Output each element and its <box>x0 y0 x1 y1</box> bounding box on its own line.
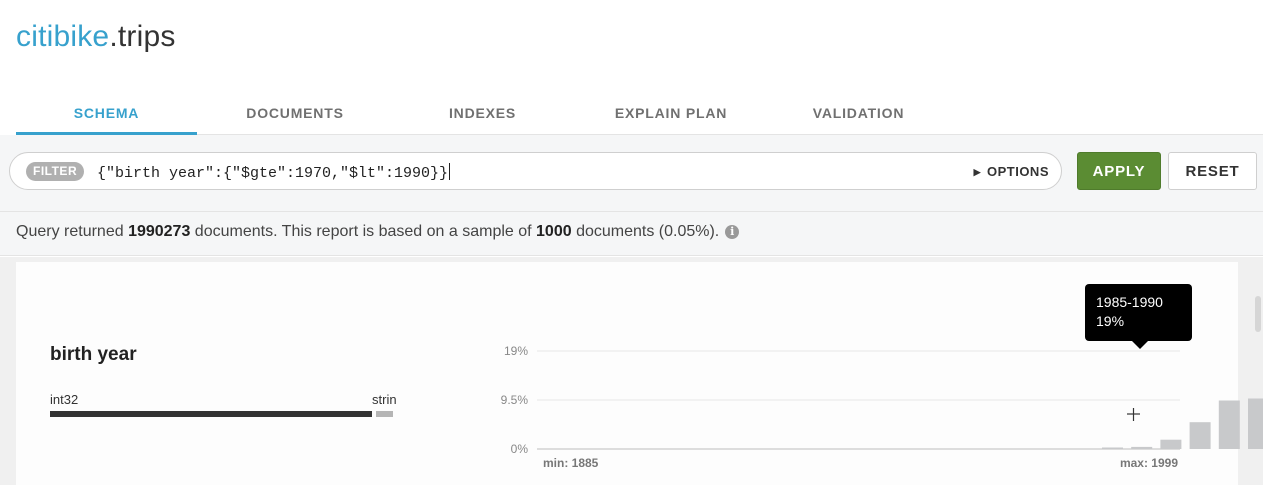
histogram-bar[interactable] <box>1131 446 1153 449</box>
y-tick-label: 9.5% <box>501 393 529 407</box>
tooltip-range: 1985-1990 <box>1096 294 1163 310</box>
birth-year-histogram: 19% 9.5% 0% min: 1885 max: 1999 <box>501 344 1263 470</box>
min-label: min: 1885 <box>543 456 599 470</box>
y-tick-label: 0% <box>511 442 529 456</box>
y-tick-label: 19% <box>504 344 528 358</box>
scrollbar[interactable] <box>1255 296 1261 332</box>
histogram-bar[interactable] <box>1248 398 1263 450</box>
tooltip-value: 19% <box>1096 313 1125 329</box>
histogram-bar[interactable] <box>1218 400 1240 450</box>
histogram-bar[interactable] <box>1160 439 1182 449</box>
bar-tooltip: 1985-1990 19% <box>1085 284 1192 349</box>
histogram-bar[interactable] <box>1189 422 1211 449</box>
histogram-bar[interactable] <box>1102 447 1123 450</box>
crosshair-cursor-icon <box>1127 408 1140 421</box>
max-label: max: 1999 <box>1120 456 1178 470</box>
grid-layer <box>537 350 1180 450</box>
